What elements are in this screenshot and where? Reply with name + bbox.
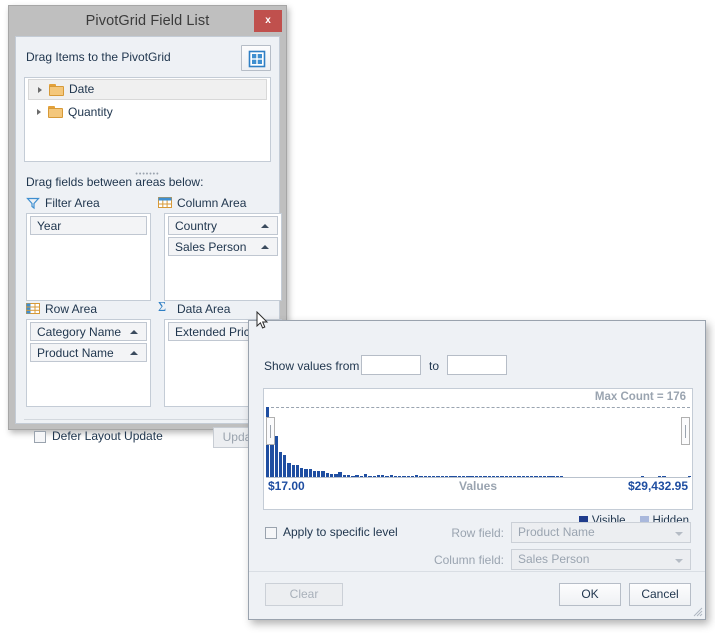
axis-line [266,477,690,478]
pivotgrid-layout-button[interactable] [241,45,271,71]
field-chip-label: Extended Price [175,325,256,339]
field-chip-label: Country [175,219,217,233]
clear-button[interactable]: Clear [265,583,343,606]
sort-ascending-icon[interactable] [130,351,138,355]
histogram-bar [309,469,312,477]
row-field-select[interactable]: Product Name [511,522,691,543]
value-to-input[interactable] [447,355,507,375]
tree-item-date[interactable]: Date [28,79,267,100]
folder-icon [48,106,63,118]
field-chip-category-name[interactable]: Category Name [30,322,147,341]
row-area-dropzone[interactable]: Category Name Product Name [26,319,151,407]
value-filter-dialog: Show values from to Max Count = 176 $17.… [248,320,706,620]
tree-item-label: Date [69,82,94,96]
axis-min-label: $17.00 [268,479,305,493]
window-titlebar: PivotGrid Field List x [9,6,286,36]
resize-grip-icon[interactable] [691,605,703,617]
drag-items-label: Drag Items to the PivotGrid [26,50,171,64]
chevron-right-icon[interactable] [37,109,41,115]
histogram-bar [283,455,286,477]
field-chip-sales-person[interactable]: Sales Person [168,237,278,256]
sigma-icon: Σ [158,300,166,316]
value-from-input[interactable] [361,355,421,375]
histogram-bar [296,465,299,477]
field-chip-label: Year [37,219,61,233]
field-chip-label: Category Name [37,325,121,339]
apply-to-specific-level-label: Apply to specific level [283,525,398,539]
histogram-bar [300,468,303,477]
value-distribution-chart[interactable]: Max Count = 176 $17.00 Values $29,432.95 [263,388,693,510]
sort-ascending-icon[interactable] [261,245,269,249]
max-count-label: Max Count = 176 [595,391,686,403]
close-button[interactable]: x [254,10,282,32]
data-area-header: Σ Data Area [158,301,297,317]
field-chip-label: Product Name [37,346,114,360]
column-area-header: Column Area [158,195,297,211]
range-slider-right-handle[interactable] [681,417,690,445]
field-chip-country[interactable]: Country [168,216,278,235]
histogram-bar [292,465,295,477]
to-label: to [429,359,439,373]
column-grid-icon [158,196,172,213]
show-values-from-label: Show values from [264,359,359,373]
range-slider-left-handle[interactable] [266,417,275,445]
dialog-footer-divider [249,571,705,572]
column-field-label: Column field: [414,553,504,567]
histogram-bar [275,436,278,477]
row-area-title: Row Area [45,302,97,316]
data-area-title: Data Area [177,302,230,316]
drag-items-row: Drag Items to the PivotGrid [24,45,271,71]
row-area-header: Row Area [26,301,165,317]
cancel-button[interactable]: Cancel [629,583,691,606]
defer-layout-update-checkbox[interactable] [34,431,46,443]
column-area-dropzone[interactable]: Country Sales Person [164,213,282,301]
filter-area-dropzone[interactable]: Year [26,213,151,301]
defer-layout-update-label: Defer Layout Update [52,429,163,443]
pivotgrid-field-list-window: PivotGrid Field List x Drag Items to the… [8,5,287,430]
histogram-bar [304,469,307,477]
folder-icon [49,84,64,96]
sort-ascending-icon[interactable] [130,330,138,334]
field-chip-product-name[interactable]: Product Name [30,343,147,362]
sort-ascending-icon[interactable] [261,224,269,228]
axis-labels: $17.00 Values $29,432.95 [266,479,690,497]
histogram-bar [287,463,290,477]
apply-to-specific-level-checkbox[interactable] [265,527,277,539]
row-field-value: Product Name [518,525,595,539]
field-chip-label: Sales Person [175,240,246,254]
column-area-title: Column Area [177,196,246,210]
chevron-down-icon[interactable] [675,532,683,536]
histogram-bar [279,452,282,477]
splitter-handle[interactable]: ••••••• [16,165,279,175]
window-title: PivotGrid Field List [86,13,210,29]
axis-max-label: $29,432.95 [628,479,688,493]
chevron-down-icon[interactable] [675,559,683,563]
field-chip-year[interactable]: Year [30,216,147,235]
filter-area-header: Filter Area [26,195,165,211]
funnel-icon [26,196,40,214]
column-field-select[interactable]: Sales Person [511,549,691,570]
filter-area-title: Filter Area [45,196,100,210]
drag-fields-label: Drag fields between areas below: [26,175,203,189]
tree-item-quantity[interactable]: Quantity [28,102,267,122]
chevron-right-icon[interactable] [38,87,42,93]
tree-item-label: Quantity [68,105,113,119]
ok-button[interactable]: OK [559,583,621,606]
footer-divider [24,419,271,420]
histogram-plot [266,407,690,477]
column-field-value: Sales Person [518,552,589,566]
row-field-label: Row field: [414,526,504,540]
field-list-body: Drag Items to the PivotGrid Date [15,36,280,424]
field-tree[interactable]: Date Quantity [24,77,271,162]
axis-title-label: Values [459,479,497,493]
row-grid-icon [26,302,40,319]
